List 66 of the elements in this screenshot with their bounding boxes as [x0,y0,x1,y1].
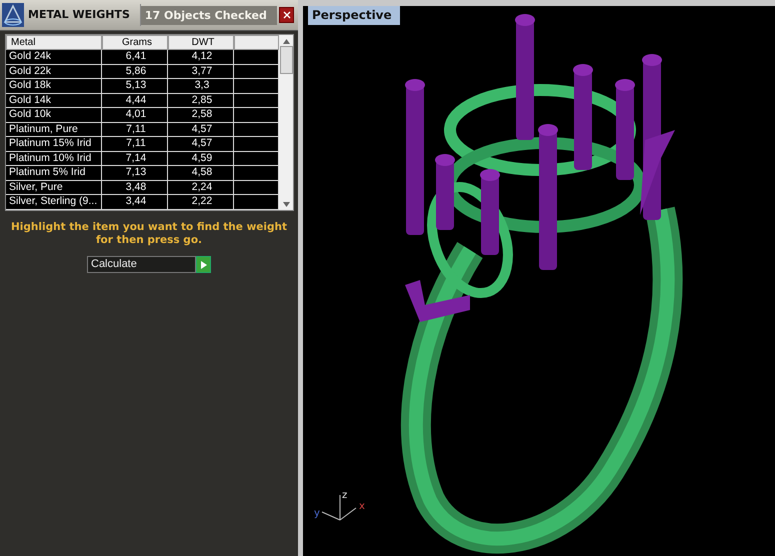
table-row[interactable]: Platinum 15% Irid 7,11 4,57 [6,137,279,152]
close-icon [282,11,290,19]
table-cell: Gold 24k [6,50,102,64]
axis-label: z [342,490,348,501]
table-cell: 4,57 [168,137,234,151]
play-icon [200,260,206,268]
table-cell: Gold 10k [6,108,102,122]
table-cell: 3,77 [168,64,234,78]
table-row[interactable]: Gold 14k 4,44 2,85 [6,94,279,108]
blank-column-header [234,35,279,50]
table-cell: 3,48 [102,180,168,194]
table-cell: 4,58 [168,166,234,180]
table-cell: 2,22 [168,195,234,209]
table-cell: 2,85 [168,94,234,108]
table-row[interactable]: Gold 24k 6,41 4,12 [6,50,279,65]
scrollbar[interactable] [279,35,293,210]
axis-label: x [359,501,365,512]
table-cell: 7,11 [102,137,168,151]
table-cell: Platinum 10% Irid [6,152,102,166]
table-cell: Platinum 5% Irid [6,166,102,180]
column-header[interactable]: DWT [168,35,234,50]
table-cell: 7,14 [102,152,168,166]
table-cell: Silver, Pure [6,180,102,194]
viewport-label: Perspective [308,6,400,25]
table-row[interactable]: Silver, Pure 3,48 2,24 [6,180,279,196]
table-cell: 4,44 [102,94,168,108]
table-cell: 4,59 [168,152,234,166]
table-cell: Gold 14k [6,94,102,108]
table-row[interactable]: Platinum 10% Irid 7,14 4,59 [6,152,279,166]
go-button[interactable] [196,256,211,273]
table-row[interactable]: Gold 22k 5,86 3,77 [6,64,279,80]
table-row[interactable]: Platinum, Pure 7,11 4,57 [6,122,279,138]
close-button[interactable] [279,7,294,23]
objects-status: 17 Objects Checked [140,6,277,24]
table-cell: 6,41 [102,50,168,64]
table-cell: 2,24 [168,180,234,194]
table-cell: 4,01 [102,108,168,122]
scroll-up-icon [282,39,290,44]
table-cell: 4,57 [168,122,234,136]
column-header[interactable]: Grams [102,35,168,50]
column-header[interactable]: Metal [6,35,102,50]
table-cell: Gold 18k [6,79,102,93]
scrollbar-thumb[interactable] [280,46,292,74]
table-row[interactable]: Silver, Sterling (9... 3,44 2,22 [6,195,279,210]
table-row[interactable]: Gold 10k 4,01 2,58 [6,108,279,123]
axis-lines-icon [322,494,356,520]
3d-viewport[interactable]: Perspective z y x [303,0,775,556]
axis-label: y [314,508,320,519]
table-cell: Platinum, Pure [6,122,102,136]
action-field[interactable]: Calculate [87,256,196,273]
table-cell: Gold 22k [6,64,102,78]
table-cell: 2,58 [168,108,234,122]
instruction-text: Highlight the item you want to find the weight for then press go. [10,220,288,247]
table-cell: 4,12 [168,50,234,64]
table-cell: 7,13 [102,166,168,180]
scroll-down-icon [282,202,290,207]
table-cell: Silver, Sterling (9... [6,195,102,209]
table-row[interactable]: Platinum 5% Irid 7,13 4,58 [6,166,279,181]
table-row[interactable]: Gold 18k 5,13 3,3 [6,79,279,94]
table-cell: 3,3 [168,79,234,93]
table-cell: 7,11 [102,122,168,136]
pyramid-icon [2,3,24,27]
table-cell: 3,44 [102,195,168,209]
table-cell: 5,86 [102,64,168,78]
table-cell: 5,13 [102,79,168,93]
table-cell: Platinum 15% Irid [6,137,102,151]
